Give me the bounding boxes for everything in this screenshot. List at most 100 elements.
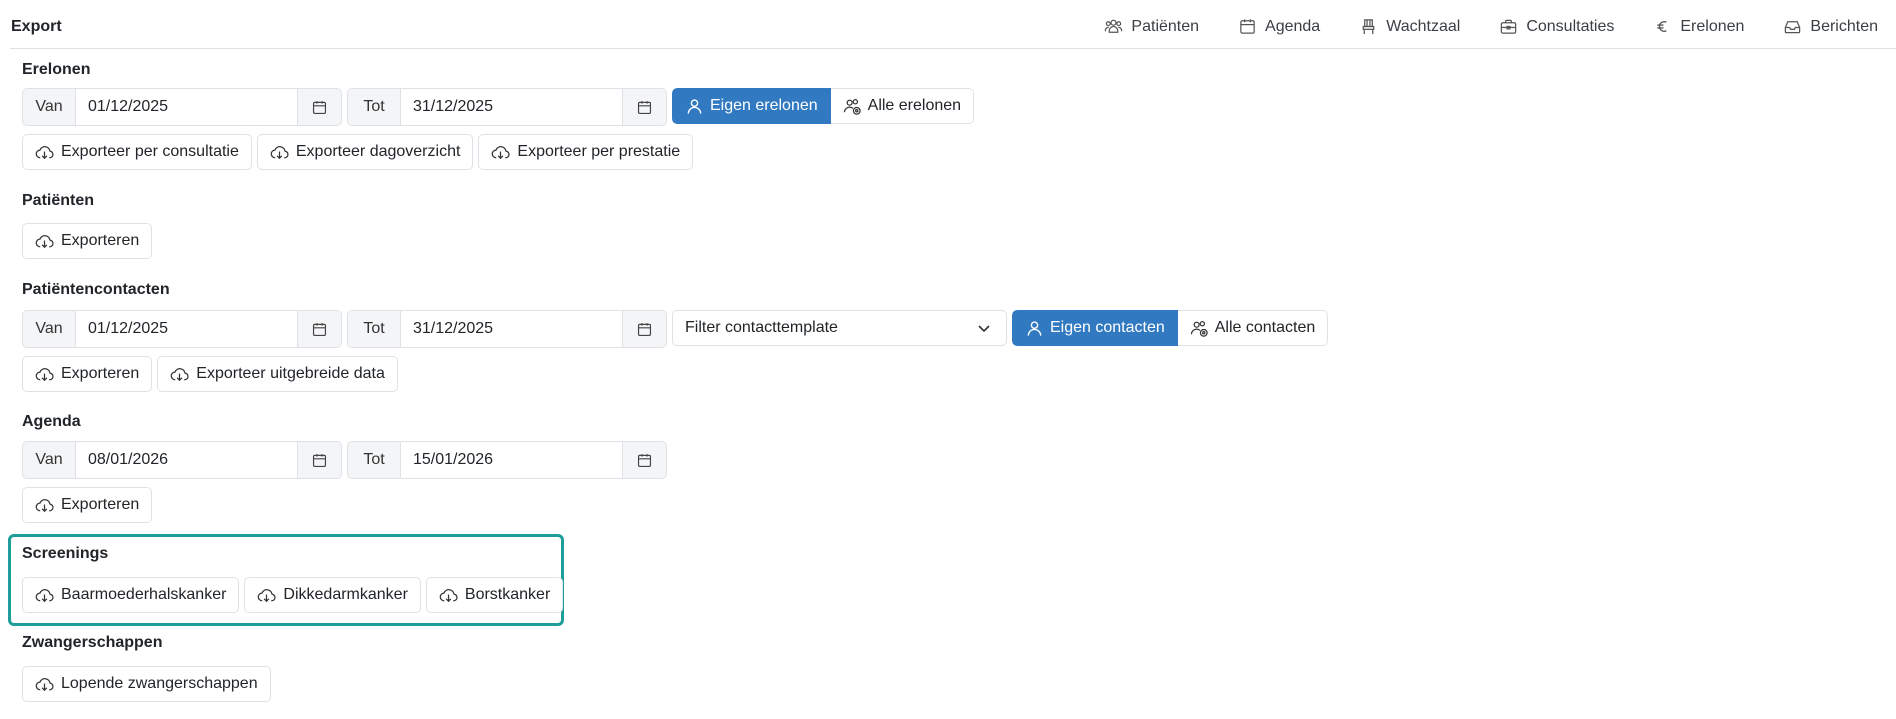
all-fees-label: Alle erelonen xyxy=(867,97,962,114)
button-label: Lopende zwangerschappen xyxy=(61,675,258,692)
chair-icon xyxy=(1362,19,1375,35)
contacten-from-date-input[interactable] xyxy=(76,311,298,347)
from-label: Van xyxy=(23,442,76,478)
cloud-download-icon xyxy=(35,234,54,248)
agenda-export-row: Exporteren xyxy=(22,487,157,525)
button-label: Exporteren xyxy=(61,365,140,382)
select-placeholder: Filter contacttemplate xyxy=(685,319,838,336)
export-day-overview-button[interactable]: Exporteer dagoverzicht xyxy=(256,134,474,170)
inbox-icon xyxy=(1785,21,1801,34)
button-label: Exporteer dagoverzicht xyxy=(295,143,461,160)
briefcase-icon xyxy=(1501,19,1517,34)
export-contacts-button[interactable]: Exporteren xyxy=(22,356,153,392)
calendar-icon xyxy=(637,100,652,114)
contacten-filter-row: Van Tot Filter contacttemplate Eigen con… xyxy=(22,310,1329,348)
erelonen-from-date-input[interactable] xyxy=(76,89,298,125)
section-title-erelonen: Erelonen xyxy=(22,61,91,78)
erelonen-scope-toggle: Eigen erelonen Alle erelonen xyxy=(672,88,975,124)
agenda-from-calendar-button[interactable] xyxy=(298,442,341,478)
export-per-consultation-button[interactable]: Exporteer per consultatie xyxy=(22,134,252,170)
patienten-export-row: Exporteren xyxy=(22,223,157,261)
erelonen-to-group: Tot xyxy=(347,88,667,126)
own-fees-label: Eigen erelonen xyxy=(710,97,818,114)
contacten-export-row: Exporteren Exporteer uitgebreide data xyxy=(22,356,403,394)
ongoing-pregnancies-button[interactable]: Lopende zwangerschappen xyxy=(22,666,271,702)
section-title-agenda: Agenda xyxy=(22,413,81,430)
screening-colon-cancer-button[interactable]: Dikkedarmkanker xyxy=(244,577,421,613)
button-label: Exporteer uitgebreide data xyxy=(196,365,385,382)
erelonen-filter-row: Van Tot Eigen erelonen Alle erelonen xyxy=(22,88,975,126)
button-label: Exporteer per consultatie xyxy=(61,143,239,160)
contacten-to-date-input[interactable] xyxy=(401,311,623,347)
button-label: Exporteren xyxy=(61,232,140,249)
button-label: Dikkedarmkanker xyxy=(283,586,408,603)
main-nav: Patiënten Agenda Wachtzaal Consultaties … xyxy=(1104,17,1878,36)
from-label: Van xyxy=(23,89,76,125)
cloud-download-icon xyxy=(35,588,54,602)
button-label: Baarmoederhalskanker xyxy=(61,586,227,603)
agenda-from-date-input[interactable] xyxy=(76,442,298,478)
nav-berichten[interactable]: Berichten xyxy=(1783,17,1878,36)
calendar-icon xyxy=(1240,19,1255,34)
nav-label: Agenda xyxy=(1265,17,1321,35)
erelonen-from-calendar-button[interactable] xyxy=(298,89,341,125)
export-patients-button[interactable]: Exporteren xyxy=(22,223,153,259)
screening-cervical-cancer-button[interactable]: Baarmoederhalskanker xyxy=(22,577,240,613)
cloud-download-icon xyxy=(492,145,510,159)
export-per-service-button[interactable]: Exporteer per prestatie xyxy=(478,134,694,170)
own-contacts-button[interactable]: Eigen contacten xyxy=(1012,310,1178,346)
calendar-icon xyxy=(637,453,652,467)
button-label: Exporteren xyxy=(61,496,140,513)
agenda-to-date-input[interactable] xyxy=(401,442,623,478)
cloud-download-icon xyxy=(35,145,54,159)
nav-label: Consultaties xyxy=(1526,17,1615,35)
screening-breast-cancer-button[interactable]: Borstkanker xyxy=(425,577,564,613)
section-title-contacten: Patiëntencontacten xyxy=(22,281,170,298)
button-label: Exporteer per prestatie xyxy=(517,143,681,160)
contacten-from-calendar-button[interactable] xyxy=(298,311,341,347)
section-title-patienten: Patiënten xyxy=(22,192,95,209)
own-fees-button[interactable]: Eigen erelonen xyxy=(672,88,831,124)
header-divider xyxy=(10,48,1896,49)
top-bar: Export Patiënten Agenda Wachtzaal Consul… xyxy=(0,0,1896,49)
user-icon xyxy=(1027,320,1042,336)
all-contacts-button[interactable]: Alle contacten xyxy=(1177,310,1329,346)
erelonen-export-row: Exporteer per consultatie Exporteer dago… xyxy=(22,134,698,172)
cloud-download-icon xyxy=(170,367,189,381)
export-agenda-button[interactable]: Exporteren xyxy=(22,487,153,523)
cloud-download-icon xyxy=(35,367,54,381)
contacten-to-calendar-button[interactable] xyxy=(623,311,666,347)
contacten-scope-toggle: Eigen contacten Alle contacten xyxy=(1012,310,1329,346)
calendar-icon xyxy=(637,322,652,336)
all-contacts-label: Alle contacten xyxy=(1214,319,1316,336)
nav-label: Wachtzaal xyxy=(1386,17,1461,35)
nav-consultaties[interactable]: Consultaties xyxy=(1499,17,1614,36)
cloud-download-icon xyxy=(258,588,276,602)
all-fees-button[interactable]: Alle erelonen xyxy=(830,88,975,124)
from-label: Van xyxy=(23,311,76,347)
erelonen-to-date-input[interactable] xyxy=(401,89,623,125)
cloud-download-icon xyxy=(35,498,54,512)
own-contacts-label: Eigen contacten xyxy=(1050,319,1165,336)
contacten-to-group: Tot xyxy=(347,310,667,348)
to-label: Tot xyxy=(348,89,401,125)
erelonen-to-calendar-button[interactable] xyxy=(623,89,666,125)
export-extended-data-button[interactable]: Exporteer uitgebreide data xyxy=(157,356,398,392)
nav-agenda[interactable]: Agenda xyxy=(1238,17,1320,36)
nav-wachtzaal[interactable]: Wachtzaal xyxy=(1359,17,1460,36)
patients-icon xyxy=(1105,19,1123,33)
users-gear-icon xyxy=(843,98,861,115)
button-label: Borstkanker xyxy=(464,586,551,603)
nav-erelonen[interactable]: Erelonen xyxy=(1653,17,1744,36)
nav-patienten[interactable]: Patiënten xyxy=(1104,17,1199,36)
contact-template-select[interactable]: Filter contacttemplate xyxy=(672,310,1007,346)
agenda-from-group: Van xyxy=(22,441,342,479)
section-title-zwangerschappen: Zwangerschappen xyxy=(22,634,163,651)
agenda-to-calendar-button[interactable] xyxy=(623,442,666,478)
nav-label: Berichten xyxy=(1810,17,1878,35)
screenings-export-row: Baarmoederhalskanker Dikkedarmkanker Bor… xyxy=(22,577,568,615)
to-label: Tot xyxy=(348,442,401,478)
erelonen-from-group: Van xyxy=(22,88,342,126)
cloud-download-icon xyxy=(270,145,289,159)
page-title: Export xyxy=(11,18,62,35)
